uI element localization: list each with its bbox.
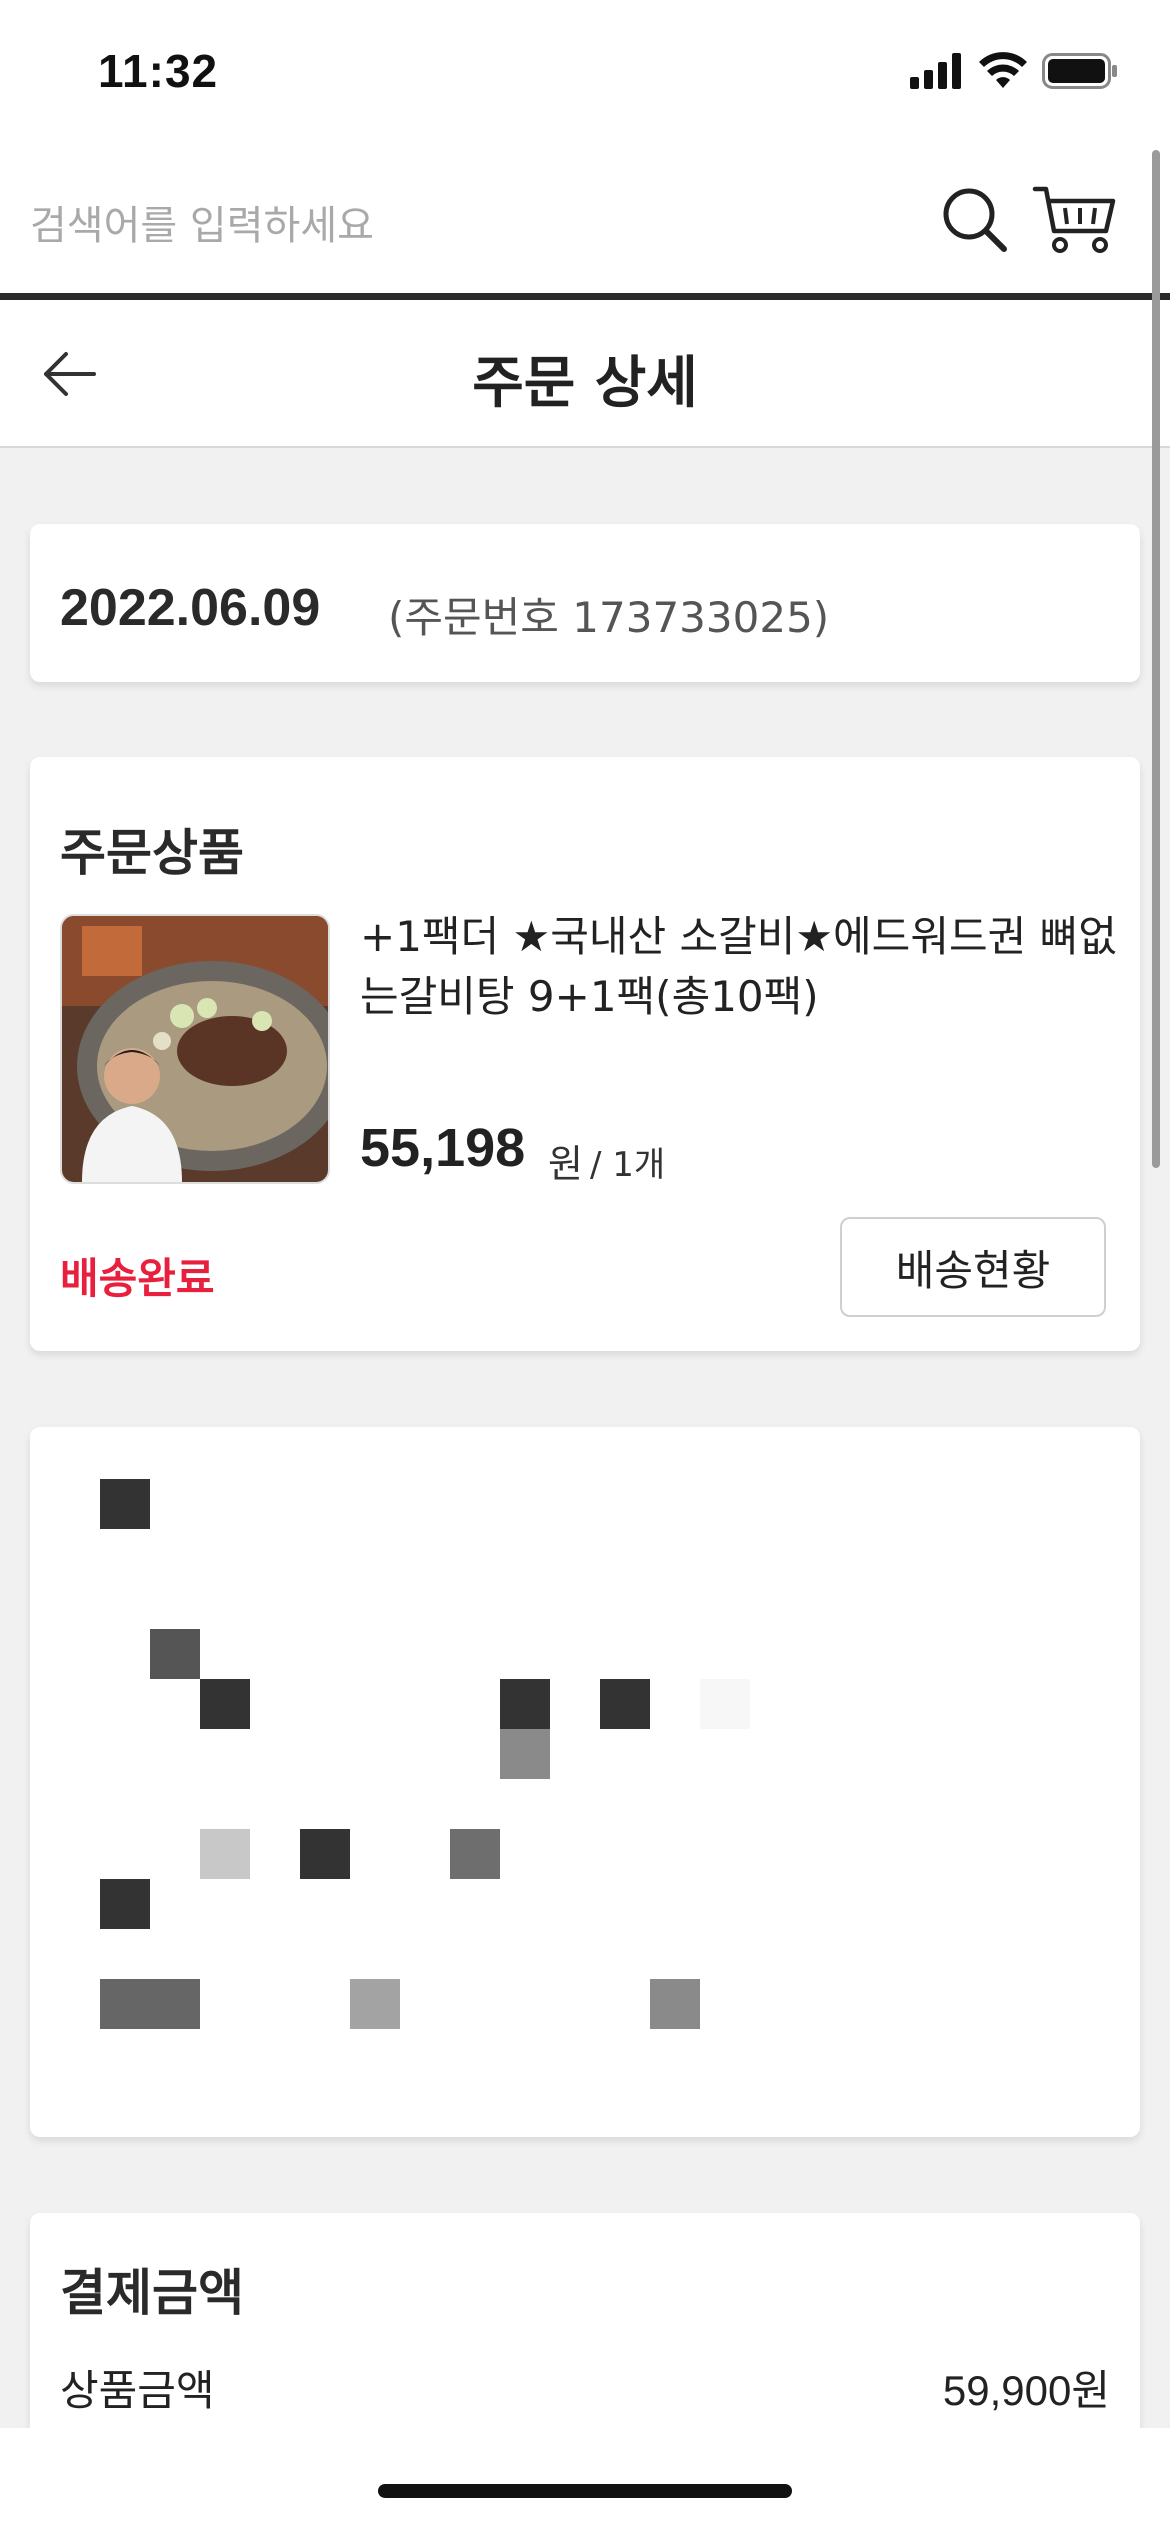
redaction-block: [650, 1979, 700, 2029]
redaction-block: [500, 1729, 550, 1779]
search-bar: 검색어를 입력하세요: [0, 145, 1170, 300]
status-time: 11:32: [98, 45, 219, 97]
delivery-status: 배송완료: [60, 1254, 215, 1303]
redaction-block: [450, 1829, 500, 1879]
price-currency: 원: [548, 1142, 583, 1186]
page-header: 주문 상세: [0, 300, 1170, 448]
redaction-block: [300, 1829, 350, 1879]
redaction-block: [200, 1679, 250, 1729]
order-info-card: 2022.06.09 (주문번호 173733025): [30, 524, 1140, 682]
redaction-block: [100, 1979, 200, 2029]
redaction-block: [150, 1629, 200, 1679]
search-icon[interactable]: [940, 185, 1010, 255]
ordered-items-card: 주문상품 +1팩더 ★국내산 소갈비★에드워드권 뼈없는갈비탕 9+1팩(총10…: [30, 757, 1140, 1351]
redaction-block: [100, 1879, 150, 1929]
home-indicator-area: [0, 2428, 1170, 2532]
redaction-block: [200, 1829, 250, 1879]
home-indicator[interactable]: [378, 2484, 792, 2498]
delivery-tracking-button[interactable]: 배송현황: [840, 1217, 1106, 1317]
battery-icon: [1042, 53, 1117, 89]
redaction-block: [100, 1479, 150, 1529]
payment-row-label: 상품금액: [60, 2366, 215, 2415]
product-name[interactable]: +1팩더 ★국내산 소갈비★에드워드권 뼈없는갈비탕 9+1팩(총10팩): [360, 907, 1120, 1027]
product-image: [62, 916, 328, 1182]
cart-icon[interactable]: [1032, 183, 1116, 255]
status-icons: [910, 52, 1118, 90]
redaction-block: [600, 1679, 650, 1729]
order-date: 2022.06.09: [60, 579, 321, 637]
cellular-signal-icon: [910, 53, 961, 89]
status-bar: 11:32: [0, 0, 1170, 145]
section-title: 결제금액: [60, 2264, 244, 2322]
product-quantity: / 1개: [590, 1145, 666, 1185]
redaction-block: [700, 1679, 750, 1729]
wifi-icon: [979, 52, 1027, 88]
redacted-card: [30, 1427, 1140, 2137]
search-input[interactable]: 검색어를 입력하세요: [30, 193, 374, 251]
payment-row-value: 59,900원: [942, 2367, 1110, 2414]
product-thumbnail[interactable]: [60, 914, 330, 1184]
redaction-block: [350, 1979, 400, 2029]
scrollbar[interactable]: [1152, 150, 1160, 1168]
redaction-block: [500, 1679, 550, 1729]
product-price: 55,198: [360, 1118, 526, 1178]
page-title: 주문 상세: [472, 351, 698, 416]
order-number: (주문번호 173733025): [388, 593, 830, 642]
section-title: 주문상품: [60, 824, 244, 882]
